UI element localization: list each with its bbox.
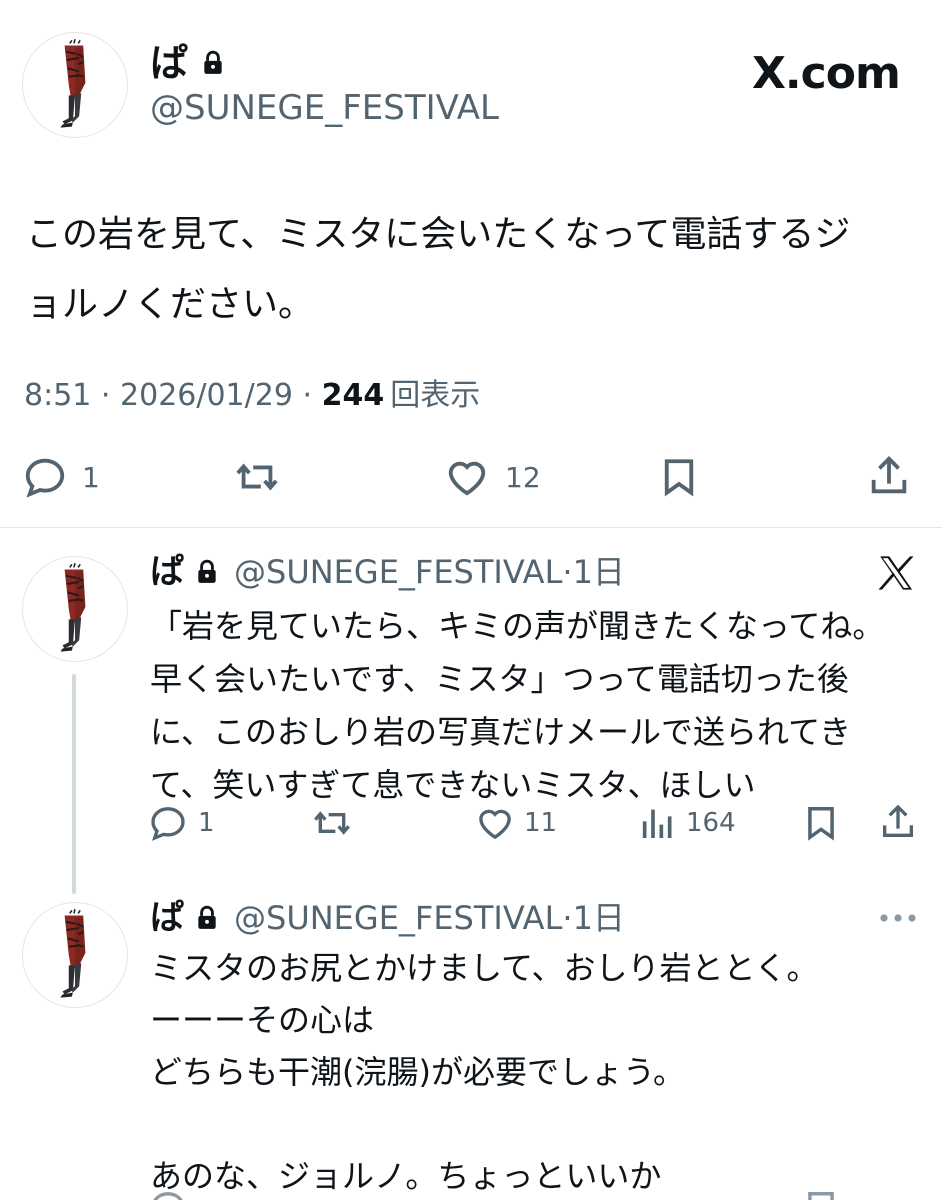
author-name[interactable]: ぱ [150, 550, 184, 594]
views-button[interactable]: 164 [638, 803, 736, 843]
reply-button[interactable]: 1 [148, 803, 215, 843]
like-icon [474, 803, 516, 843]
thread-line [72, 674, 76, 894]
author-name[interactable]: ぱ [150, 38, 226, 88]
x-logo-icon [874, 552, 918, 594]
tweet-meta: 8:51 · 2026/01/29 · 244 回表示 [24, 374, 480, 418]
tweet-text: ミスタのお尻とかけまして、おしり岩ととく。 ーーーその心は どちらも干潮(浣腸)… [150, 949, 819, 1195]
author-handle[interactable]: @SUNEGE_FESTIVAL [234, 896, 562, 940]
divider [0, 527, 942, 528]
bookmark-button[interactable] [802, 803, 840, 843]
tweet-text: 「岩を見ていたら、キミの声が聞きたくなってね。 早く会いたいです、ミスタ」つって… [150, 607, 885, 804]
bookmark-icon[interactable] [802, 1188, 840, 1200]
tweet-date[interactable]: 2026/01/29 [120, 378, 293, 413]
post-age[interactable]: ·1日 [562, 550, 625, 594]
share-icon [866, 452, 912, 500]
reply-icon [22, 454, 68, 500]
reply-header: ぱ @SUNEGE_FESTIVAL ·1日 [150, 550, 625, 594]
author-handle[interactable]: @SUNEGE_FESTIVAL [234, 550, 562, 594]
retweet-button[interactable] [310, 803, 354, 843]
like-count: 12 [505, 460, 541, 494]
like-button[interactable]: 12 [443, 454, 541, 500]
lock-icon [194, 905, 220, 931]
reply-icon [148, 803, 188, 843]
reply-count: 1 [82, 460, 100, 494]
retweet-button[interactable] [232, 454, 282, 500]
x-brand: X.com [752, 48, 901, 100]
share-button[interactable] [866, 452, 912, 500]
author-name-text: ぱ [150, 41, 189, 85]
lock-icon [194, 559, 220, 585]
views-count: 164 [686, 808, 736, 838]
avatar[interactable] [22, 556, 128, 662]
bookmark-button[interactable] [658, 454, 700, 500]
meta-sep: · [100, 378, 111, 413]
x-brand-text: X.com [752, 48, 901, 99]
share-icon [878, 800, 918, 844]
like-button[interactable]: 11 [474, 803, 557, 843]
reply-count: 1 [198, 808, 215, 838]
like-icon [443, 454, 491, 500]
retweet-icon [310, 803, 354, 843]
avatar[interactable] [22, 32, 128, 138]
bookmark-icon [658, 454, 700, 500]
action-row-partial [148, 1188, 918, 1200]
views-count: 244 [321, 378, 385, 413]
author-name[interactable]: ぱ [150, 896, 184, 940]
author-handle[interactable]: @SUNEGE_FESTIVAL [150, 86, 499, 130]
reply-header: ぱ @SUNEGE_FESTIVAL ·1日 [150, 896, 625, 940]
avatar[interactable] [22, 902, 128, 1008]
post-age[interactable]: ·1日 [562, 896, 625, 940]
share-button[interactable] [878, 800, 918, 844]
bookmark-icon [802, 803, 840, 843]
lock-icon [200, 50, 226, 76]
views-icon [638, 803, 678, 843]
meta-sep: · [302, 378, 313, 413]
views-label: 回表示 [390, 378, 481, 413]
like-count: 11 [524, 808, 558, 838]
more-icon[interactable] [878, 912, 918, 924]
reply-icon[interactable] [148, 1188, 188, 1200]
tweet-time[interactable]: 8:51 [24, 378, 91, 413]
retweet-icon [232, 454, 282, 500]
reply-button[interactable]: 1 [22, 454, 100, 500]
tweet-text: この岩を見て、ミスタに会いたくなって電話するジ ョルノください。 [26, 214, 851, 325]
